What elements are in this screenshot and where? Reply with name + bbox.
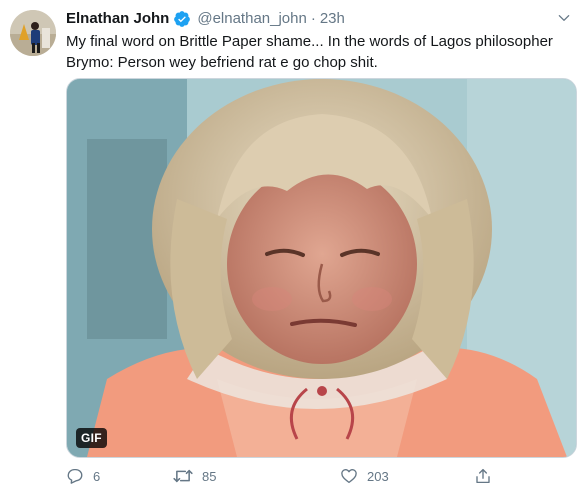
separator-dot: · — [310, 10, 316, 27]
reply-button[interactable]: 6 — [66, 467, 171, 485]
author-name[interactable]: Elnathan John — [66, 9, 169, 29]
share-button[interactable] — [474, 467, 492, 485]
retweet-count: 85 — [202, 468, 217, 484]
heart-icon — [340, 467, 358, 485]
like-button[interactable]: 203 — [340, 467, 474, 485]
more-options-chevron-icon[interactable] — [554, 8, 574, 28]
verified-badge-icon — [173, 10, 191, 28]
like-count: 203 — [367, 468, 389, 484]
tweet-text: My final word on Brittle Paper shame... … — [66, 33, 553, 71]
timestamp[interactable]: 23h — [320, 9, 345, 29]
retweet-button[interactable]: 85 — [173, 467, 340, 485]
reply-icon — [66, 467, 84, 485]
reply-count: 6 — [93, 468, 101, 484]
share-icon — [474, 467, 492, 485]
avatar[interactable] — [10, 10, 56, 56]
gif-badge: GIF — [76, 428, 107, 448]
tweet-actions: 6 85 203 — [66, 467, 496, 485]
gif-media[interactable]: GIF — [66, 78, 577, 458]
retweet-icon — [173, 467, 193, 485]
author-handle[interactable]: @elnathan_john — [197, 9, 306, 29]
tweet-header: Elnathan John @elnathan_john · 23h — [66, 9, 345, 29]
tweet[interactable]: Elnathan John @elnathan_john · 23h My fi… — [0, 0, 584, 499]
